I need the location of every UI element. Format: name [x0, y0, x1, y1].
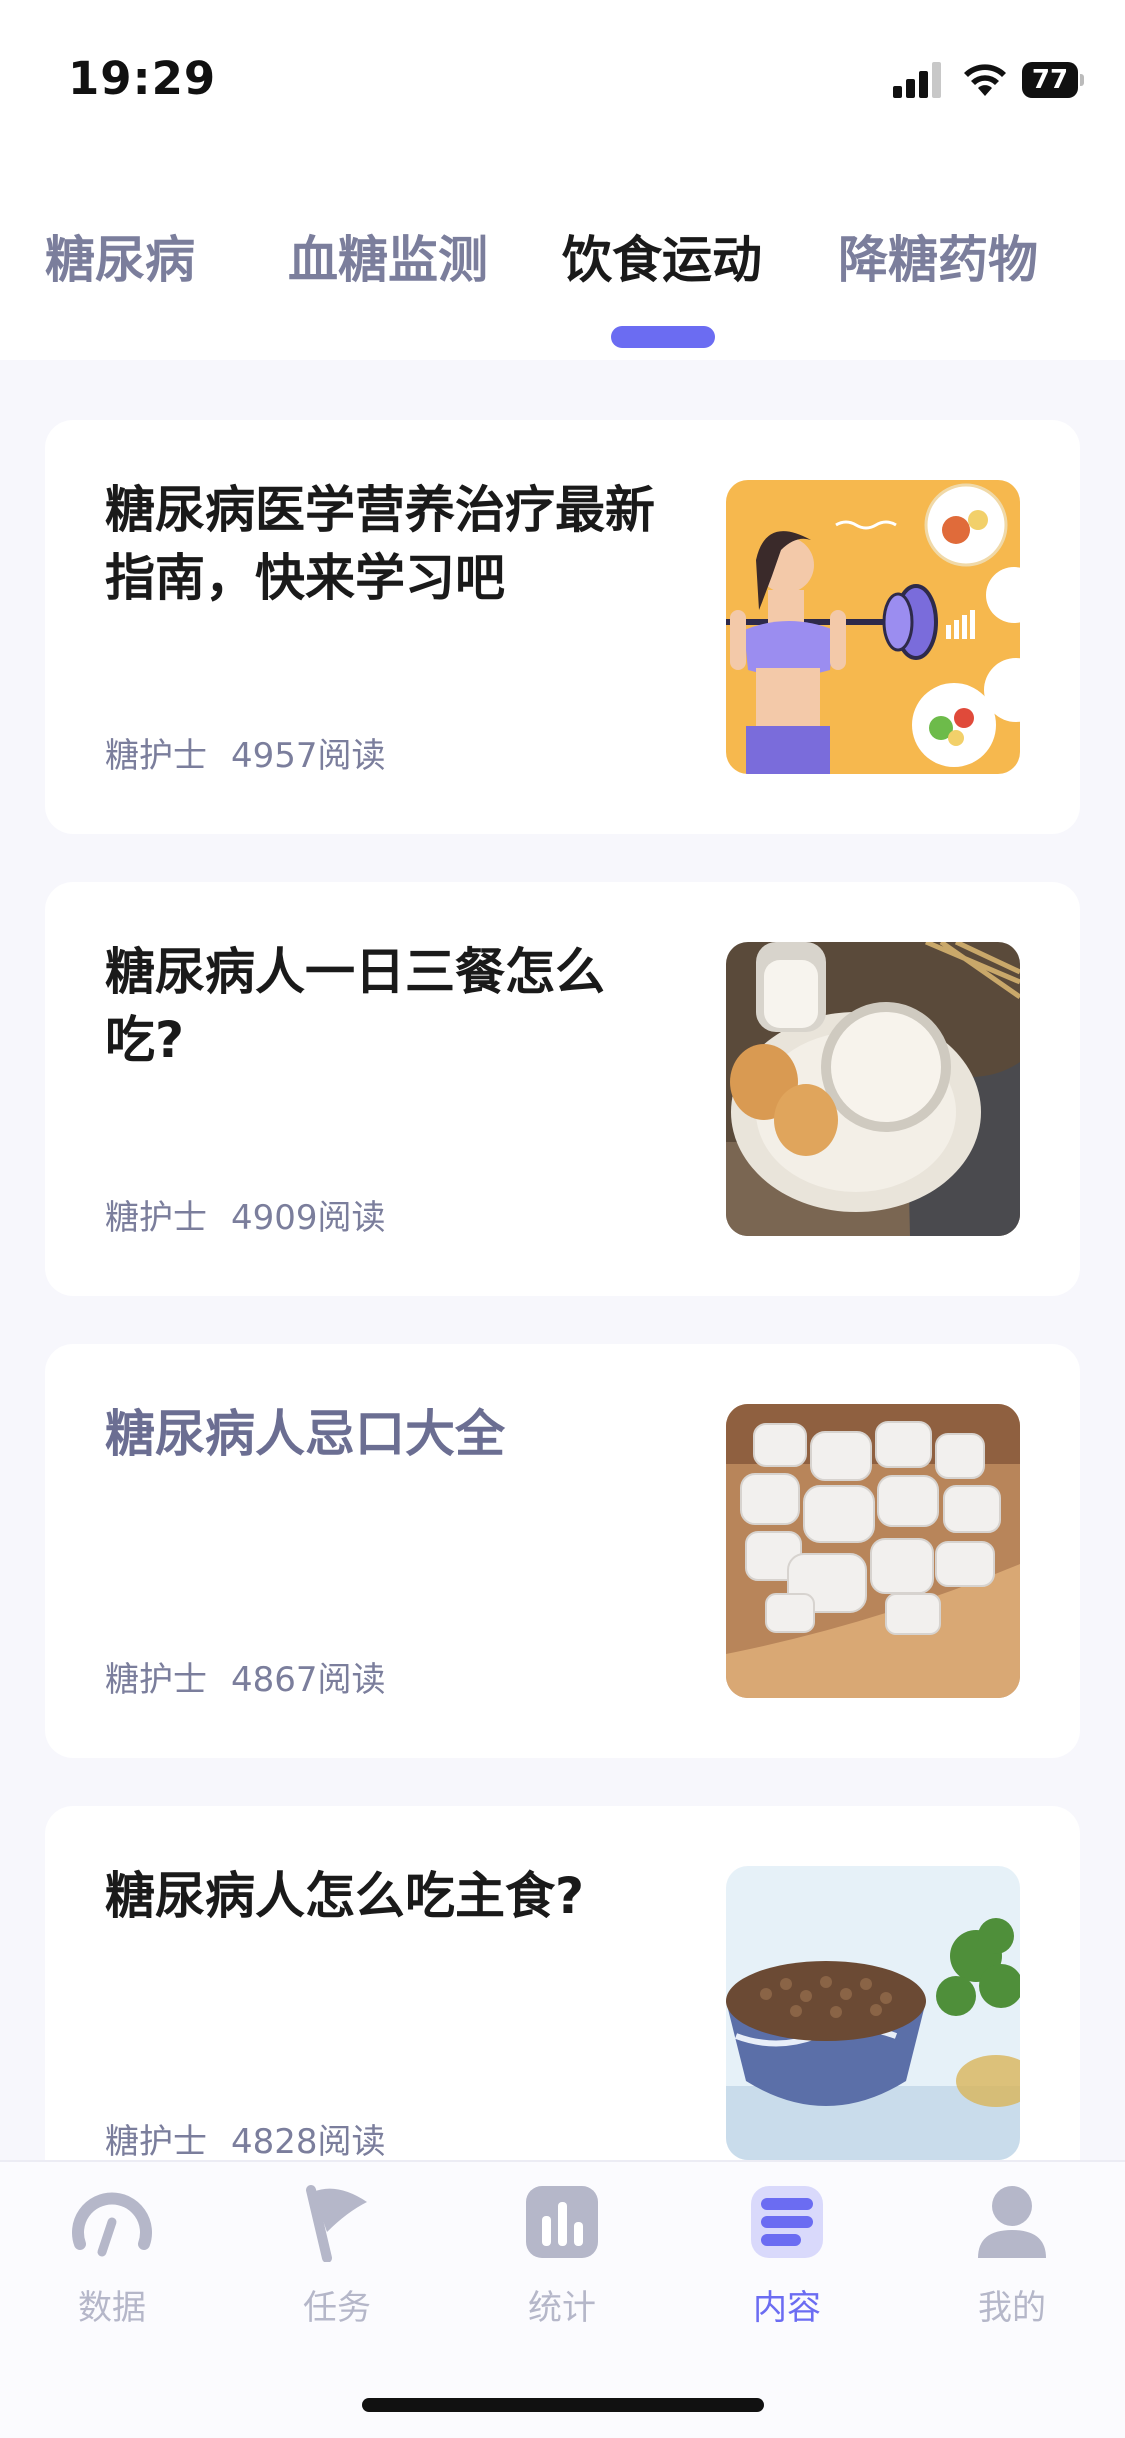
- nav-item-tasks[interactable]: 任务: [267, 2182, 407, 2329]
- article-meta: 糖护士 4909阅读: [105, 1190, 386, 1239]
- article-reads: 4957阅读: [231, 736, 386, 776]
- article-meta: 糖护士 4828阅读: [105, 2114, 386, 2163]
- content-list-icon: [751, 2186, 823, 2258]
- nav-label: 内容: [753, 2288, 821, 2328]
- article-title: 糖尿病人一日三餐怎么吃?: [105, 943, 605, 1069]
- article-reads: 4909阅读: [231, 1198, 386, 1238]
- cellular-signal-icon: [893, 62, 941, 98]
- article-title: 糖尿病医学营养治疗最新指南，快来学习吧: [105, 481, 655, 607]
- nav-item-content[interactable]: 内容: [717, 2182, 857, 2329]
- nav-label: 数据: [78, 2288, 146, 2328]
- article-author: 糖护士: [105, 1660, 207, 1700]
- status-bar: 19:29 77: [0, 0, 1125, 160]
- article-reads: 4867阅读: [231, 1660, 386, 1700]
- active-tab-indicator: [611, 326, 715, 348]
- nav-item-profile[interactable]: 我的: [942, 2182, 1082, 2329]
- battery-icon: 77: [1022, 62, 1084, 98]
- article-title: 糖尿病人怎么吃主食?: [105, 1867, 585, 1925]
- flag-icon: [306, 2185, 367, 2263]
- article-meta: 糖护士 4957阅读: [105, 728, 386, 777]
- article-card[interactable]: 糖尿病人忌口大全 糖护士 4867阅读: [45, 1344, 1080, 1758]
- article-card[interactable]: 糖尿病医学营养治疗最新指南，快来学习吧 糖护士 4957阅读: [45, 420, 1080, 834]
- grain-bowl-photo: [726, 1866, 1020, 2160]
- article-author: 糖护士: [105, 736, 207, 776]
- article-reads: 4828阅读: [231, 2122, 386, 2162]
- nav-item-data[interactable]: 数据: [42, 2182, 182, 2329]
- nav-label: 统计: [528, 2288, 596, 2328]
- article-meta: 糖护士 4867阅读: [105, 1652, 386, 1701]
- rock-sugar-photo: [726, 1404, 1020, 1698]
- home-indicator: [362, 2398, 764, 2412]
- fitness-diet-illustration: [726, 480, 1020, 774]
- gauge-icon: [72, 2192, 152, 2257]
- user-icon: [978, 2186, 1046, 2258]
- status-time: 19:29: [68, 52, 217, 105]
- article-author: 糖护士: [105, 2122, 207, 2162]
- milk-and-eggs-photo: [726, 942, 1020, 1236]
- category-tabs: 糖尿病 血糖监测 饮食运动 降糖药物: [0, 160, 1125, 360]
- wifi-icon: [964, 64, 1006, 96]
- article-card[interactable]: 糖尿病人怎么吃主食? 糖护士 4828阅读: [45, 1806, 1080, 2220]
- battery-level: 77: [1031, 65, 1069, 95]
- nav-item-stats[interactable]: 统计: [492, 2182, 632, 2329]
- tab-diet-exercise[interactable]: 饮食运动: [562, 220, 762, 292]
- article-card[interactable]: 糖尿病人一日三餐怎么吃? 糖护士 4909阅读: [45, 882, 1080, 1296]
- article-title: 糖尿病人忌口大全: [105, 1405, 505, 1463]
- tab-medication[interactable]: 降糖药物: [838, 220, 1038, 292]
- tab-glucose-monitoring[interactable]: 血糖监测: [288, 220, 488, 292]
- tab-diabetes[interactable]: 糖尿病: [45, 220, 195, 292]
- nav-label: 任务: [303, 2288, 371, 2328]
- article-author: 糖护士: [105, 1198, 207, 1238]
- bar-chart-icon: [526, 2186, 598, 2258]
- nav-label: 我的: [978, 2288, 1046, 2328]
- bottom-navigation: 数据 任务 统计 内容 我的: [0, 2160, 1125, 2438]
